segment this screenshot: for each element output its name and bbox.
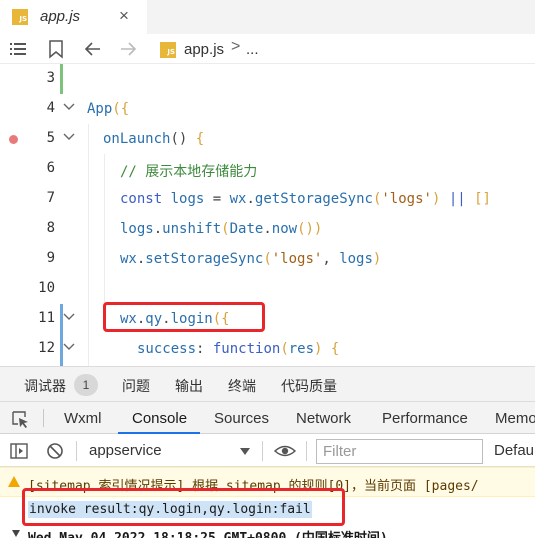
line-number: 5: [46, 130, 55, 146]
line-number: 3: [46, 70, 55, 86]
bookmark-icon[interactable]: [47, 38, 65, 60]
breadcrumb-more[interactable]: ...: [246, 41, 259, 58]
code-line: 8 logs.unshift(Date.now()): [0, 214, 535, 244]
tab-app-js[interactable]: JS app.js ×: [0, 0, 147, 34]
tab-wxml[interactable]: Wxml: [64, 410, 102, 427]
code-text: wx.setStorageSync('logs', logs): [120, 251, 382, 267]
code-text: logs.unshift(Date.now()): [120, 221, 323, 237]
chevron-down-icon[interactable]: [240, 448, 250, 455]
back-arrow-icon[interactable]: [82, 38, 104, 60]
fold-chevron-icon[interactable]: [62, 340, 76, 354]
tab-title: app.js: [40, 8, 81, 25]
breadcrumb-file[interactable]: app.js: [184, 41, 224, 58]
filter-input[interactable]: Filter: [316, 439, 483, 464]
code-text: const logs = wx.getStorageSync('logs') |…: [120, 191, 491, 207]
tab-performance[interactable]: Performance: [382, 410, 468, 427]
code-text: success: function(res) {: [137, 341, 340, 357]
line-number: 11: [38, 310, 55, 326]
console-toolbar: appservice Filter Defaul: [0, 434, 535, 467]
code-text: App({: [87, 101, 130, 117]
code-text: onLaunch() {: [103, 131, 205, 147]
line-number: 4: [46, 100, 55, 116]
editor-tab-bar: JS app.js ×: [0, 0, 535, 34]
line-number: 6: [46, 160, 55, 176]
line-number: 8: [46, 220, 55, 236]
inspect-element-icon[interactable]: [10, 409, 30, 429]
breadcrumb-separator: >: [231, 38, 241, 55]
list-icon[interactable]: [8, 38, 28, 60]
panel-tab-bar: Wxml Console Sources Network Performance…: [0, 402, 535, 434]
line-number: 12: [38, 340, 55, 356]
tab-memory[interactable]: Memo: [495, 410, 535, 427]
breadcrumb-toolbar: JS app.js > ...: [0, 34, 535, 64]
breakpoint-icon[interactable]: [9, 135, 18, 144]
code-line: 4 App({: [0, 94, 535, 124]
tab-issues[interactable]: 问题: [122, 376, 150, 396]
log-levels-select[interactable]: Defaul: [494, 442, 535, 459]
line-number: 10: [38, 280, 55, 296]
code-line: 12 success: function(res) {: [0, 334, 535, 364]
fold-chevron-icon[interactable]: [62, 100, 76, 114]
tab-debugger[interactable]: 调试器: [24, 376, 66, 396]
tab-code-quality[interactable]: 代码质量: [281, 376, 337, 396]
highlight-box: [103, 302, 265, 332]
tab-terminal[interactable]: 终端: [228, 376, 256, 396]
code-line: 3: [0, 64, 535, 94]
fold-chevron-icon[interactable]: [62, 130, 76, 144]
code-line: 10: [0, 274, 535, 304]
sidebar-toggle-icon[interactable]: [9, 441, 29, 461]
code-line: 11 wx.qy.login({: [0, 304, 535, 334]
clear-console-icon[interactable]: [45, 441, 65, 461]
line-number: 7: [46, 190, 55, 206]
js-file-icon: JS: [160, 42, 176, 58]
expand-caret-icon[interactable]: [12, 530, 20, 537]
js-file-icon: JS: [12, 9, 28, 25]
code-line: 5 onLaunch() {: [0, 124, 535, 154]
tab-console[interactable]: Console: [132, 410, 187, 427]
code-line: 7 const logs = wx.getStorageSync('logs')…: [0, 184, 535, 214]
context-select[interactable]: appservice: [89, 442, 162, 459]
fold-chevron-icon[interactable]: [62, 310, 76, 324]
log-timestamp: Wed May 04 2022 18:18:25 GMT+0800 (中国标准时…: [28, 527, 388, 538]
warning-icon: [8, 476, 20, 487]
line-number: 9: [46, 250, 55, 266]
code-editor[interactable]: 3 4 App({ 5 onLaunch() { 6 // 展示本地存储能力 7…: [0, 64, 535, 366]
debugger-count-badge: 1: [74, 374, 98, 396]
tab-sources[interactable]: Sources: [214, 410, 269, 427]
code-text: // 展示本地存储能力: [120, 164, 258, 180]
code-line: 6 // 展示本地存储能力: [0, 154, 535, 184]
devtools-panel: 调试器 1 问题 输出 终端 代码质量 Wxml Console Sources…: [0, 366, 535, 538]
tab-network[interactable]: Network: [296, 410, 351, 427]
tab-output[interactable]: 输出: [175, 376, 203, 396]
forward-arrow-icon[interactable]: [117, 38, 139, 60]
eye-icon[interactable]: [273, 442, 297, 460]
devtools-tab-bar: 调试器 1 问题 输出 终端 代码质量: [0, 366, 535, 402]
close-icon[interactable]: ×: [119, 6, 129, 26]
code-line: 9 wx.setStorageSync('logs', logs): [0, 244, 535, 274]
highlight-box: [22, 488, 345, 526]
